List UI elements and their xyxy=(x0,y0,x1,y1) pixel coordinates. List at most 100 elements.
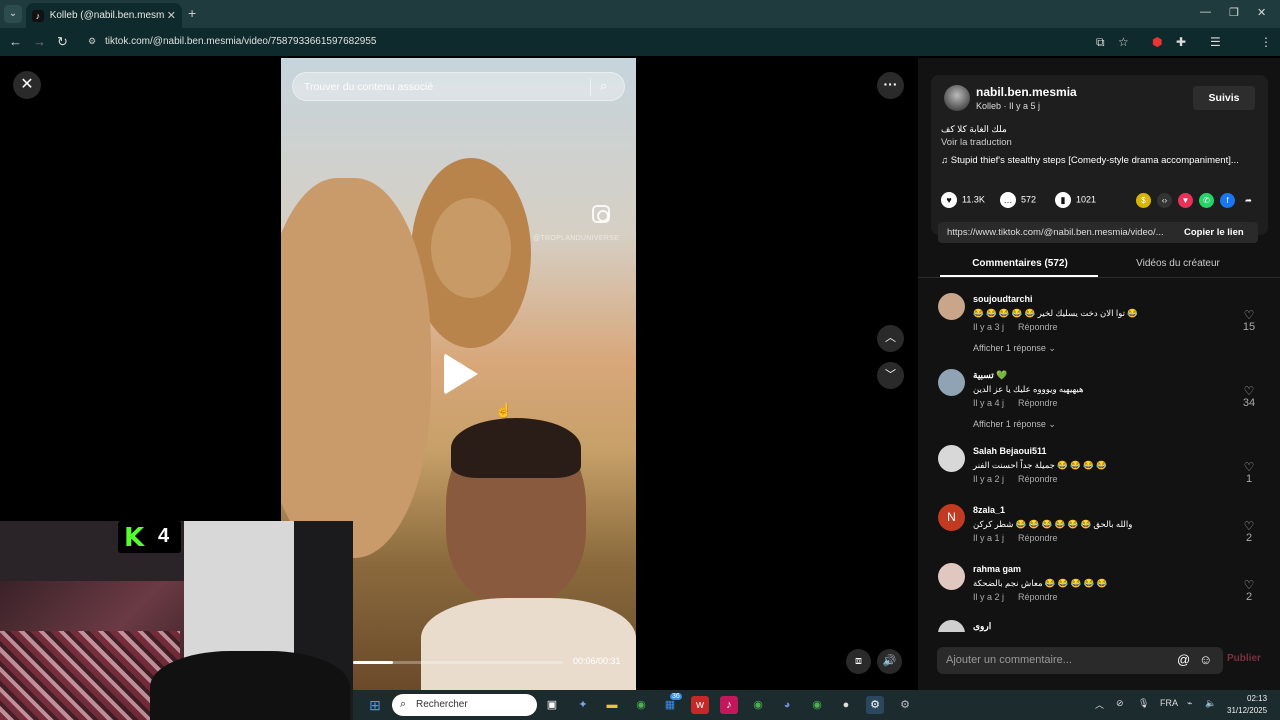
creator-username[interactable]: nabil.ben.mesmia xyxy=(976,85,1077,99)
taskbar-search[interactable]: ⌕ Rechercher xyxy=(392,694,537,716)
copilot-icon[interactable]: ✦ xyxy=(574,696,592,714)
settings-icon[interactable]: ⚙ xyxy=(896,696,914,714)
copy-link-button[interactable]: Copier le lien xyxy=(1184,227,1244,238)
volume-icon[interactable]: 🔊 xyxy=(877,649,902,674)
search-icon[interactable]: ⌕ xyxy=(600,78,607,94)
avatar[interactable] xyxy=(938,293,965,320)
reading-list-icon[interactable]: ☰ xyxy=(1210,35,1221,49)
avatar[interactable]: N xyxy=(938,504,965,531)
microphone-icon[interactable]: 🎙 xyxy=(1138,698,1149,709)
comment-like-button[interactable]: ♡ 34 xyxy=(1234,385,1264,409)
like-button[interactable]: ♥ 11.3K xyxy=(941,192,985,208)
creator-card: nabil.ben.mesmia Kolleb · Il y a 5 j Sui… xyxy=(931,75,1268,235)
taskbar-search-label: Rechercher xyxy=(416,699,468,710)
emoji-icon[interactable]: ☺ xyxy=(1199,652,1212,667)
next-video-button[interactable]: ﹀ xyxy=(877,362,904,389)
whatsapp-icon[interactable]: ✆ xyxy=(1199,193,1214,208)
tab-creator-videos[interactable]: Vidéos du créateur xyxy=(1098,258,1258,269)
show-replies-button[interactable]: Afficher 1 réponse ⌄ xyxy=(973,419,1056,430)
maximize-button[interactable]: ❐ xyxy=(1229,6,1239,19)
minimize-button[interactable]: — xyxy=(1200,6,1211,18)
address-bar[interactable]: ⚙ tiktok.com/@nabil.ben.mesmia/video/758… xyxy=(80,31,1140,53)
play-icon[interactable] xyxy=(444,353,478,395)
send-icon[interactable]: ▼ xyxy=(1178,193,1193,208)
reply-button[interactable]: Répondre xyxy=(1018,322,1058,332)
video-progress-bar[interactable] xyxy=(353,661,563,664)
music-link[interactable]: ♫ Stupid thief's stealthy steps [Comedy-… xyxy=(941,155,1239,166)
network-off-icon[interactable]: ⊘ xyxy=(1116,698,1124,709)
comment-username[interactable]: 8zala_1 xyxy=(973,505,1005,515)
related-search-input[interactable]: Trouver du contenu associé ⌕ xyxy=(292,72,625,101)
language-indicator[interactable]: FRA xyxy=(1160,698,1178,708)
creator-avatar[interactable] xyxy=(944,85,970,111)
avatar[interactable] xyxy=(938,563,965,590)
reload-button[interactable]: ↻ xyxy=(57,34,68,50)
chrome-icon[interactable]: ◉ xyxy=(632,696,650,714)
show-replies-button[interactable]: Afficher 1 réponse ⌄ xyxy=(973,343,1056,354)
floating-player-icon[interactable]: ⧈ xyxy=(846,649,871,674)
tray-chevron-icon[interactable]: ︿ xyxy=(1095,698,1104,711)
speaker-icon[interactable]: 🔈 xyxy=(1205,698,1216,709)
avatar[interactable] xyxy=(938,445,965,472)
new-tab-button[interactable]: + xyxy=(188,5,196,21)
search-icon: ⌕ xyxy=(400,698,407,710)
browser-tab[interactable]: ♪ Kolleb (@nabil.ben.mesmia) | Ti ✕ xyxy=(26,3,182,28)
windows-start-icon[interactable]: ⊞ xyxy=(366,696,384,714)
comment-like-button[interactable]: ♡ 2 xyxy=(1234,579,1264,603)
comment-like-button[interactable]: ♡ 15 xyxy=(1234,309,1264,333)
mention-icon[interactable]: @ xyxy=(1177,652,1190,667)
windows-taskbar: ⊞ ⌕ Rechercher ▣ ✦ ▬ ◉ ▦ 36 w ♪ ◉ ◕ ◉ ● … xyxy=(353,690,1280,720)
embed-icon[interactable]: ‹› xyxy=(1157,193,1172,208)
bookmark-star-icon[interactable]: ☆ xyxy=(1118,35,1129,49)
menu-kebab-icon[interactable]: ⋮ xyxy=(1260,35,1272,49)
tab-comments[interactable]: Commentaires (572) xyxy=(940,258,1100,269)
install-app-icon[interactable]: ⧉ xyxy=(1096,35,1105,50)
back-button[interactable]: ← xyxy=(9,34,22,49)
heart-outline-icon: ♡ xyxy=(1243,578,1255,592)
comment-like-button[interactable]: ♡ 1 xyxy=(1234,461,1264,485)
comment-input[interactable]: Ajouter un commentaire... @ ☺ xyxy=(937,647,1223,674)
translate-link[interactable]: Voir la traduction xyxy=(941,137,1012,148)
discord-icon[interactable]: ◕ xyxy=(778,696,796,714)
comment-username[interactable]: Salah Bejaoui511 xyxy=(973,446,1047,456)
comment-button[interactable]: … 572 xyxy=(1000,192,1036,208)
kick-logo-number: 4 xyxy=(158,525,170,547)
tiktok-taskbar-icon[interactable]: ♪ xyxy=(720,696,738,714)
extension-icon[interactable]: ⬢ xyxy=(1152,35,1162,49)
reply-button[interactable]: Répondre xyxy=(1018,533,1058,543)
chrome-alt-icon[interactable]: ◉ xyxy=(808,696,826,714)
share-arrow-icon[interactable]: ➦ xyxy=(1241,193,1256,208)
extensions-puzzle-icon[interactable]: ✚ xyxy=(1176,35,1186,49)
avatar[interactable] xyxy=(938,369,965,396)
coin-icon[interactable]: $ xyxy=(1136,193,1151,208)
reply-button[interactable]: Répondre xyxy=(1018,398,1058,408)
follow-button[interactable]: Suivis xyxy=(1193,86,1255,110)
app-w-icon[interactable]: w xyxy=(691,696,709,714)
save-button[interactable]: ▮ 1021 xyxy=(1055,192,1096,208)
steam-icon[interactable]: ⚙ xyxy=(866,696,884,714)
comment-username[interactable]: rahma gam xyxy=(973,564,1021,574)
reply-button[interactable]: Répondre xyxy=(1018,592,1058,602)
tab-list-button[interactable]: ⌄ xyxy=(4,5,22,23)
forward-button[interactable]: → xyxy=(33,34,46,49)
obs-icon[interactable]: ● xyxy=(837,696,855,714)
site-info-icon[interactable]: ⚙ xyxy=(88,36,99,47)
avatar[interactable] xyxy=(938,620,965,632)
comment-like-button[interactable]: ♡ 2 xyxy=(1234,520,1264,544)
comment-username[interactable]: soujoudtarchi xyxy=(973,294,1033,304)
chrome-profile-icon[interactable]: ◉ xyxy=(749,696,767,714)
comment-username[interactable]: تسبية 💚 xyxy=(973,370,1008,381)
previous-video-button[interactable]: ︿ xyxy=(877,325,904,352)
reply-button[interactable]: Répondre xyxy=(1018,474,1058,484)
publish-button[interactable]: Publier xyxy=(1227,653,1261,664)
close-video-button[interactable]: ✕ xyxy=(13,71,41,99)
close-window-button[interactable]: ✕ xyxy=(1257,6,1266,19)
task-view-icon[interactable]: ▣ xyxy=(543,696,561,714)
taskbar-clock[interactable]: 02:13 31/12/2025 xyxy=(1227,693,1267,717)
tab-close-icon[interactable]: ✕ xyxy=(167,9,176,22)
facebook-icon[interactable]: f xyxy=(1220,193,1235,208)
file-explorer-icon[interactable]: ▬ xyxy=(603,696,621,714)
more-options-button[interactable]: ··· xyxy=(877,72,904,99)
wifi-icon[interactable]: ⌁ xyxy=(1187,698,1192,709)
comment-username[interactable]: اروى xyxy=(973,621,991,632)
